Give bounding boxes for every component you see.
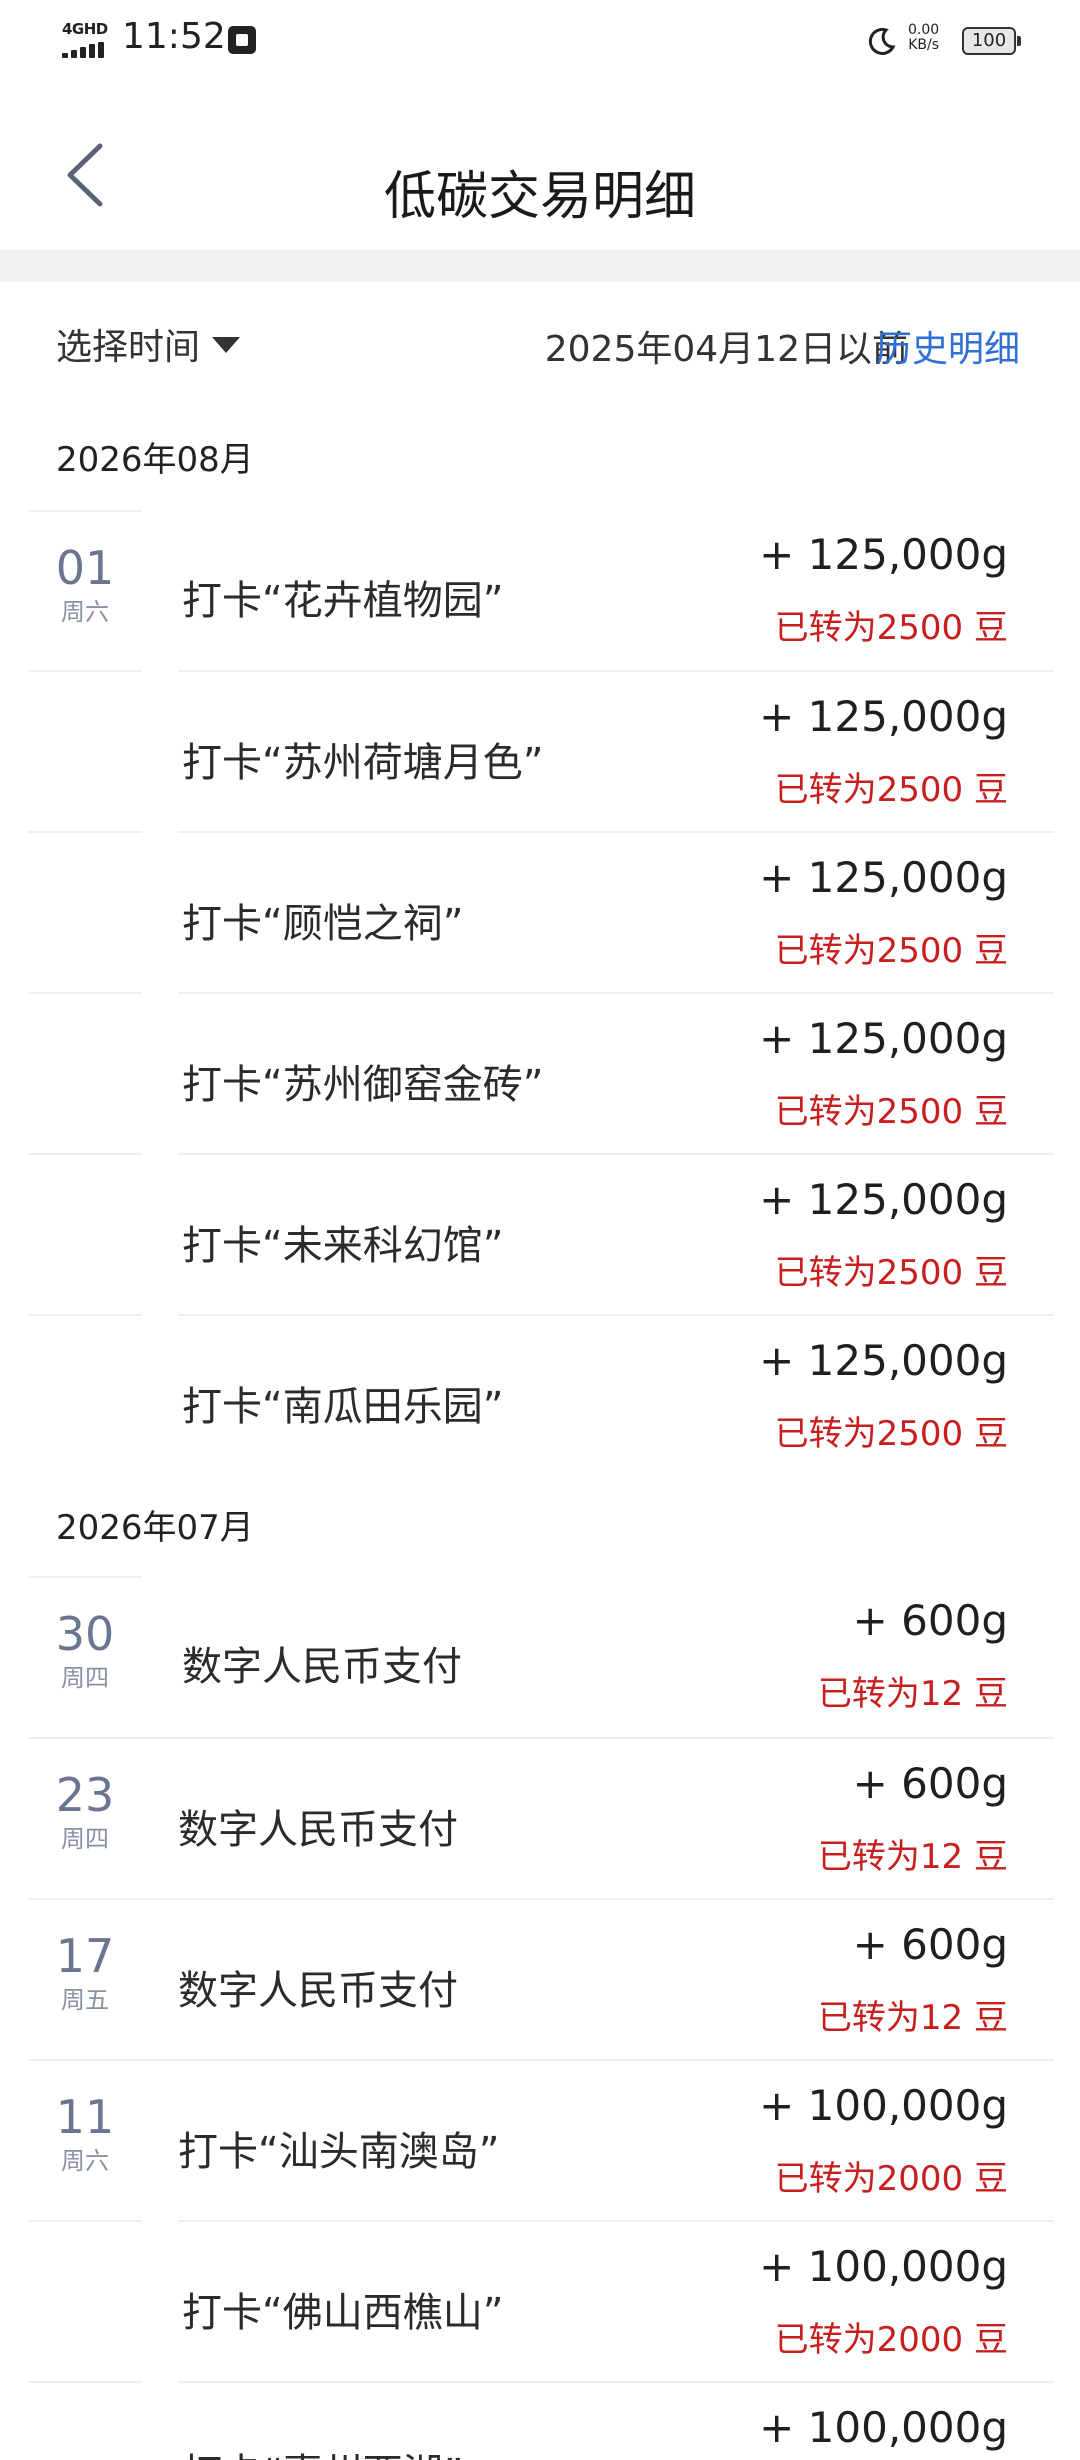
network-speed: 0.00 KB/s — [908, 22, 940, 53]
carbon-amount: + 100,000g — [759, 2242, 1008, 2291]
transaction-row[interactable]: 30 周四 数字人民币支付 + 600g 已转为12 豆 — [0, 1576, 1080, 1736]
transaction-row[interactable]: 01 周六 打卡“花卉植物园” + 125,000g 已转为2500 豆 — [0, 510, 1080, 670]
date-column — [28, 831, 142, 991]
transaction-desc: 打卡“南瓜田乐园” — [182, 1384, 504, 1430]
converted-beans: 已转为12 豆 — [817, 1674, 1008, 1714]
before-date-text: 2025年04月12日以前 — [544, 329, 908, 370]
date-column: 30 周四 — [28, 1576, 142, 1736]
carbon-amount: + 125,000g — [759, 692, 1008, 741]
carbon-amount: + 100,000g — [759, 2403, 1008, 2452]
transaction-desc: 打卡“花卉植物园” — [182, 578, 504, 624]
transaction-row[interactable]: 打卡“苏州御窑金砖” + 125,000g 已转为2500 豆 — [0, 992, 1080, 1152]
date-column — [28, 992, 142, 1152]
status-bar: 4GHD 11:52 0.00 KB/s 100 — [0, 0, 1080, 80]
date-column: 01 周六 — [28, 510, 142, 670]
transaction-row[interactable]: 打卡“苏州荷塘月色” + 125,000g 已转为2500 豆 — [0, 670, 1080, 830]
date-column — [28, 670, 142, 830]
transaction-row[interactable]: 打卡“佛山西樵山” + 100,000g 已转为2000 豆 — [0, 2220, 1080, 2380]
carbon-amount: + 125,000g — [759, 1175, 1008, 1224]
select-time-label: 选择时间 — [56, 327, 201, 368]
battery-icon: 100 — [962, 27, 1021, 55]
transaction-row[interactable]: 打卡“惠州西湖” + 100,000g — [0, 2381, 1080, 2460]
month-header: 2026年08月 — [56, 440, 254, 480]
transaction-desc: 打卡“苏州御窑金砖” — [182, 1062, 544, 1108]
converted-beans: 已转为2500 豆 — [774, 1414, 1008, 1454]
transaction-desc: 打卡“惠州西湖” — [182, 2441, 463, 2460]
converted-beans: 已转为2500 豆 — [774, 931, 1008, 971]
carbon-amount: + 125,000g — [759, 1014, 1008, 1063]
filter-bar: 选择时间 2025年04月12日以前 历史明细 — [0, 282, 1080, 402]
transaction-desc: 数字人民币支付 — [182, 1644, 462, 1690]
carbon-amount: + 125,000g — [759, 530, 1008, 579]
converted-beans: 已转为2500 豆 — [774, 608, 1008, 648]
moon-icon — [868, 27, 896, 55]
date-column — [28, 1153, 142, 1313]
converted-beans: 已转为2000 豆 — [774, 2159, 1008, 2199]
carbon-amount: + 100,000g — [759, 2081, 1008, 2130]
transaction-desc: 打卡“汕头南澳岛” — [178, 2129, 500, 2175]
network-type: 4GHD — [62, 20, 108, 38]
gallery-notification-icon — [228, 26, 256, 54]
transaction-desc: 数字人民币支付 — [178, 1807, 458, 1853]
converted-beans: 已转为12 豆 — [817, 1998, 1008, 2038]
transaction-desc: 数字人民币支付 — [178, 1968, 458, 2014]
date-column — [28, 1314, 142, 1474]
history-details-link[interactable]: 历史明细 — [876, 320, 1020, 372]
converted-beans: 已转为2000 豆 — [774, 2320, 1008, 2360]
day-number: 01 — [55, 541, 115, 595]
transaction-row[interactable]: 11 周六 打卡“汕头南澳岛” + 100,000g 已转为2000 豆 — [0, 2059, 1080, 2219]
day-number: 30 — [55, 1607, 115, 1661]
transaction-desc: 打卡“佛山西樵山” — [182, 2290, 504, 2336]
transaction-row[interactable]: 打卡“未来科幻馆” + 125,000g 已转为2500 豆 — [0, 1153, 1080, 1313]
transaction-row[interactable]: 17 周五 数字人民币支付 + 600g 已转为12 豆 — [0, 1898, 1080, 2058]
converted-beans: 已转为12 豆 — [817, 1837, 1008, 1877]
transaction-desc: 打卡“苏州荷塘月色” — [182, 740, 544, 786]
status-time: 11:52 — [122, 16, 226, 57]
carbon-amount: + 125,000g — [759, 853, 1008, 902]
carbon-amount: + 125,000g — [759, 1336, 1008, 1385]
nav-bar: 低碳交易明细 — [0, 80, 1080, 250]
carbon-amount: + 600g — [852, 1920, 1008, 1969]
converted-beans: 已转为2500 豆 — [774, 1092, 1008, 1132]
page-title: 低碳交易明细 — [383, 167, 696, 227]
weekday: 周四 — [61, 1664, 109, 1692]
transaction-desc: 打卡“未来科幻馆” — [182, 1223, 504, 1269]
select-time-dropdown[interactable]: 选择时间 — [56, 318, 241, 370]
converted-beans: 已转为2500 豆 — [774, 1253, 1008, 1293]
carbon-amount: + 600g — [852, 1759, 1008, 1808]
transaction-desc: 打卡“顾恺之祠” — [182, 901, 464, 947]
transaction-row[interactable]: 打卡“南瓜田乐园” + 125,000g 已转为2500 豆 — [0, 1314, 1080, 1474]
signal-icon: 4GHD — [62, 20, 112, 60]
carbon-amount: + 600g — [852, 1596, 1008, 1645]
date-column — [28, 2220, 142, 2380]
date-column — [28, 2381, 142, 2460]
section-divider — [0, 250, 1080, 282]
caret-down-icon — [212, 337, 241, 353]
converted-beans: 已转为2500 豆 — [774, 770, 1008, 810]
transaction-row[interactable]: 打卡“顾恺之祠” + 125,000g 已转为2500 豆 — [0, 831, 1080, 991]
weekday: 周六 — [61, 598, 109, 626]
transaction-row[interactable]: 23 周四 数字人民币支付 + 600g 已转为12 豆 — [0, 1737, 1080, 1897]
month-header: 2026年07月 — [56, 1508, 254, 1548]
